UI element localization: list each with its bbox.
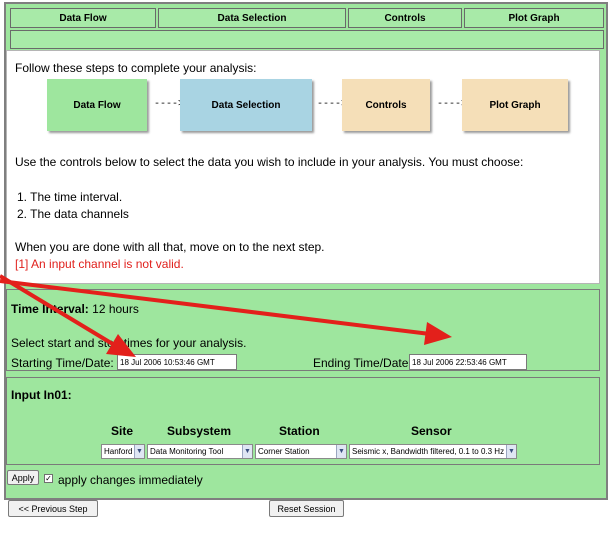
instructions-panel: Follow these steps to complete your anal…: [6, 50, 600, 284]
step-item: 1. The time interval.: [17, 190, 123, 204]
site-header: Site: [111, 424, 134, 438]
steps-list: 1. The time interval. 2. The data channe…: [17, 189, 129, 223]
tab-data-selection[interactable]: Data Selection: [158, 8, 346, 28]
chevron-down-icon: ▼: [134, 445, 144, 458]
tab-plot-graph[interactable]: Plot Graph: [464, 8, 604, 28]
site-select[interactable]: Hanford ▼: [101, 444, 145, 459]
apply-immediately-label: apply changes immediately: [58, 473, 203, 487]
input-channel-panel: Input In01: Site Subsystem Station Senso…: [6, 377, 600, 465]
station-select[interactable]: Corner Station ▼: [255, 444, 347, 459]
end-time-label: Ending Time/Date:: [313, 356, 412, 370]
subsystem-value: Data Monitoring Tool: [150, 447, 224, 456]
apply-immediately-checkbox[interactable]: ✓: [44, 474, 53, 483]
chevron-down-icon: ▼: [336, 445, 346, 458]
start-time-input[interactable]: [117, 354, 237, 370]
instructions-text: Use the controls below to select the dat…: [15, 155, 524, 169]
error-message: [1] An input channel is not valid.: [15, 257, 184, 271]
sub-tab-strip: [10, 30, 604, 49]
end-time-input[interactable]: [409, 354, 527, 370]
start-time-label: Starting Time/Date:: [11, 356, 114, 370]
subsystem-header: Subsystem: [167, 424, 232, 438]
flow-step-plot-graph: Plot Graph: [462, 79, 568, 131]
input-title: Input In01:: [11, 388, 72, 402]
previous-step-button[interactable]: << Previous Step: [8, 500, 98, 517]
time-interval-value: 12 hours: [92, 302, 139, 316]
sensor-select[interactable]: Seismic x, Bandwidth filtered, 0.1 to 0.…: [349, 444, 517, 459]
chevron-down-icon: ▼: [242, 445, 252, 458]
reset-session-button[interactable]: Reset Session: [269, 500, 344, 517]
station-value: Corner Station: [258, 447, 310, 456]
flow-step-controls: Controls: [342, 79, 430, 131]
subsystem-select[interactable]: Data Monitoring Tool ▼: [147, 444, 253, 459]
sensor-value: Seismic x, Bandwidth filtered, 0.1 to 0.…: [352, 447, 505, 456]
site-value: Hanford: [104, 447, 133, 456]
time-select-text: Select start and stop times for your ana…: [11, 336, 247, 350]
time-interval-heading: Time Interval: 12 hours: [11, 302, 139, 316]
time-interval-label: Time Interval:: [11, 302, 89, 316]
flow-step-data-flow: Data Flow: [47, 79, 147, 131]
intro-text: Follow these steps to complete your anal…: [15, 61, 257, 75]
sensor-header: Sensor: [411, 424, 452, 438]
flow-diagram: Data Flow ----> Data Selection ----> Con…: [7, 77, 601, 133]
chevron-down-icon: ▼: [506, 445, 516, 458]
step-item: 2. The data channels: [17, 207, 129, 221]
tab-bar: Data Flow Data Selection Controls Plot G…: [10, 8, 604, 28]
tab-controls[interactable]: Controls: [348, 8, 462, 28]
time-interval-panel: Time Interval: 12 hours Select start and…: [6, 289, 600, 371]
station-header: Station: [279, 424, 320, 438]
done-text: When you are done with all that, move on…: [15, 240, 325, 254]
apply-button[interactable]: Apply: [7, 470, 39, 485]
flow-step-data-selection: Data Selection: [180, 79, 312, 131]
tab-data-flow[interactable]: Data Flow: [10, 8, 156, 28]
